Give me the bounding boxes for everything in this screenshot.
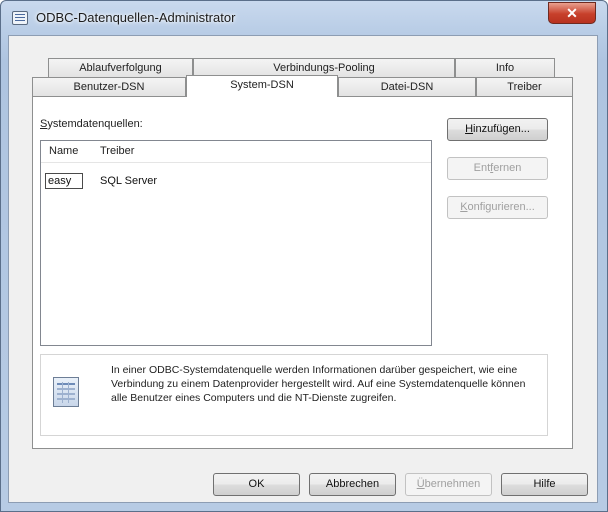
info-text: In einer ODBC-Systemdatenquelle werden I… bbox=[111, 364, 526, 404]
cancel-button[interactable]: Abbrechen bbox=[309, 473, 396, 496]
datasource-name[interactable]: easy bbox=[45, 173, 83, 189]
column-header-name[interactable]: Name bbox=[49, 145, 78, 157]
column-header-driver[interactable]: Treiber bbox=[100, 145, 134, 157]
tab-system-dsn[interactable]: System-DSN bbox=[186, 75, 338, 97]
remove-button[interactable]: Entfernen bbox=[447, 157, 548, 180]
window-title: ODBC-Datenquellen-Administrator bbox=[36, 10, 236, 25]
tab-datei-dsn[interactable]: Datei-DSN bbox=[338, 77, 476, 96]
datasource-driver: SQL Server bbox=[100, 175, 158, 187]
datasource-list[interactable]: Name Treiber easy SQL Server bbox=[40, 140, 432, 346]
tab-ablaufverfolgung[interactable]: Ablaufverfolgung bbox=[48, 58, 193, 77]
apply-button[interactable]: Übernehmen bbox=[405, 473, 492, 496]
odbc-app-icon bbox=[12, 11, 28, 25]
tab-treiber[interactable]: Treiber bbox=[476, 77, 573, 96]
list-header: Name Treiber bbox=[41, 141, 431, 163]
system-datasources-label: Systemdatenquellen: bbox=[40, 118, 143, 130]
info-box: In einer ODBC-Systemdatenquelle werden I… bbox=[40, 354, 548, 436]
list-item[interactable]: easy SQL Server bbox=[41, 171, 431, 191]
ok-button[interactable]: OK bbox=[213, 473, 300, 496]
tab-info[interactable]: Info bbox=[455, 58, 555, 77]
close-icon: ✕ bbox=[566, 5, 578, 21]
close-button[interactable]: ✕ bbox=[548, 2, 596, 24]
title-bar[interactable]: ODBC-Datenquellen-Administrator ✕ bbox=[1, 1, 607, 35]
configure-button[interactable]: Konfigurieren... bbox=[447, 196, 548, 219]
add-button[interactable]: Hinzufügen... bbox=[447, 118, 548, 141]
datasource-table-icon bbox=[53, 377, 79, 407]
tab-benutzer-dsn[interactable]: Benutzer-DSN bbox=[32, 77, 186, 96]
help-button[interactable]: Hilfe bbox=[501, 473, 588, 496]
